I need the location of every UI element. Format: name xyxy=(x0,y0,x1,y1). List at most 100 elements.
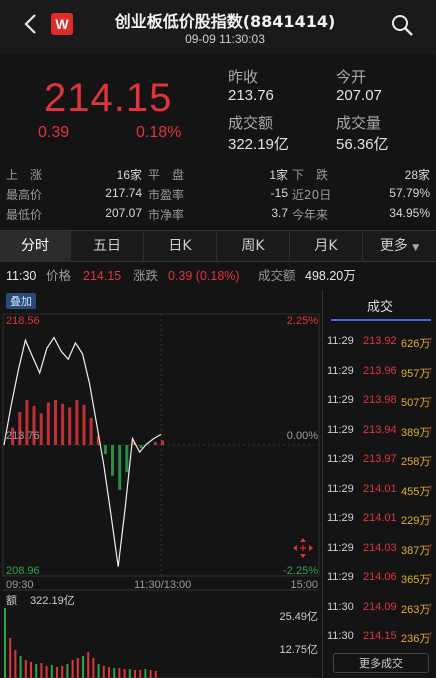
tab-monthly-k[interactable]: 月K xyxy=(290,231,363,262)
volume-label: 额 322.19亿 xyxy=(6,592,75,608)
stat-label: 下 跌 xyxy=(292,168,329,182)
trade-price: 214.15 xyxy=(363,630,397,642)
diff-bar xyxy=(46,402,50,446)
stat-label: 平 盘 xyxy=(148,168,185,182)
tab-daily-k[interactable]: 日K xyxy=(144,231,217,262)
stats-row: 上 涨 16家 平 盘 1家 下 跌 28家 xyxy=(0,166,436,186)
trade-time: 11:29 xyxy=(327,571,354,583)
back-arrow-icon[interactable] xyxy=(20,13,42,35)
up-arrow-icon: ↑ xyxy=(428,541,433,553)
up-arrow-icon: ↑ xyxy=(428,600,433,612)
up-arrow-icon: ↑ xyxy=(428,394,433,405)
quote-datetime: 09-09 11:30:03 xyxy=(185,32,265,46)
volume-bar xyxy=(144,669,147,678)
tab-more-label: 更多 xyxy=(379,238,408,254)
volume-bar xyxy=(30,662,32,678)
diff-bar xyxy=(125,445,129,473)
trade-volume: 957万 xyxy=(401,367,431,380)
trades-panel: 成交 11:29 213.92 626万 ↑ 11:29 213.96 957万 ↑ 11:29… xyxy=(322,290,436,678)
diff-bar xyxy=(89,418,93,446)
trades-header-underline xyxy=(331,319,431,321)
diff-bar xyxy=(153,442,157,446)
volume-bar xyxy=(154,671,157,678)
stat-label: 今年来 xyxy=(292,208,329,222)
info-amount-label: 成交额 xyxy=(258,269,296,283)
intraday-chart-svg xyxy=(2,313,320,678)
stat-ytd: 34.95% xyxy=(389,206,430,220)
trade-volume: 263万 xyxy=(401,603,431,616)
diff-bar xyxy=(75,400,79,446)
volume-title: 额 xyxy=(6,595,17,607)
amount-label: 成交额 xyxy=(228,114,274,132)
stat-label: 市盈率 xyxy=(148,188,185,202)
price-change-pct: 0.18% xyxy=(136,124,182,141)
volume-bar xyxy=(128,669,131,678)
volume-bar xyxy=(97,664,100,678)
stat-label: 最低价 xyxy=(6,208,43,222)
chart-tabs: 分时 五日 日K 周K 月K 更多 ▼ xyxy=(0,230,436,262)
volume-bar xyxy=(61,666,64,678)
info-price-label: 价格 xyxy=(46,269,72,283)
header-bar: W 创业板低价股指数(8841414) 09-09 11:30:03 xyxy=(0,0,436,54)
diff-bar xyxy=(146,444,150,446)
more-trades-button[interactable]: 更多成交 xyxy=(333,653,429,673)
amount-value: 322.19亿 xyxy=(228,136,289,153)
trades-header[interactable]: 成交 xyxy=(323,296,436,315)
stat-label: 最高价 xyxy=(6,188,43,202)
intraday-chart[interactable]: 叠加 218.56 213.76 208.96 2.25% 0.00% -2.2… xyxy=(0,290,322,678)
diff-bar xyxy=(139,445,143,449)
pct-min-label: -2.25% xyxy=(283,565,318,577)
y-max-label: 218.56 xyxy=(6,315,40,327)
crosshair-icon[interactable] xyxy=(293,538,313,558)
trade-time: 11:29 xyxy=(327,482,354,495)
diff-bar xyxy=(161,440,164,446)
trade-row: 11:29 213.92 626万 ↑ xyxy=(323,335,436,355)
trade-time: 11:29 xyxy=(327,335,354,347)
diff-bar xyxy=(118,445,122,490)
trade-time: 11:29 xyxy=(327,541,354,554)
time-start-label: 09:30 xyxy=(6,579,34,591)
volume-bar xyxy=(149,670,152,678)
pct-mid-label: 0.00% xyxy=(286,430,318,442)
trade-row: 11:29 213.94 389万 ↑ xyxy=(323,424,436,444)
search-icon[interactable] xyxy=(390,13,414,37)
diff-bar xyxy=(103,445,107,455)
trade-volume: 365万 xyxy=(401,574,431,586)
trade-volume: 389万 xyxy=(401,426,431,439)
stats-panel: 上 涨 16家 平 盘 1家 下 跌 28家 最高价 217.74 市盈率 -1… xyxy=(0,164,436,230)
trade-volume: 626万 xyxy=(401,338,431,350)
trade-price: 214.03 xyxy=(363,541,397,554)
volume-bar xyxy=(9,638,12,678)
trade-time: 11:29 xyxy=(327,423,354,436)
volume-bar xyxy=(76,658,79,678)
up-arrow-icon: ↑ xyxy=(428,512,433,523)
trade-volume: 236万 xyxy=(401,633,431,645)
trade-row: 11:29 213.97 258万 ↑ xyxy=(323,453,436,473)
y-mid-label: 213.76 xyxy=(6,430,40,442)
trade-row: 11:29 214.01 455万 ↑ xyxy=(323,483,436,503)
up-arrow-icon: ↑ xyxy=(428,364,433,376)
pct-max-label: 2.25% xyxy=(286,315,318,327)
volume-bar xyxy=(82,656,84,678)
tab-weekly-k[interactable]: 周K xyxy=(217,231,290,262)
volume-bar xyxy=(118,668,121,678)
volume-bar xyxy=(71,660,74,678)
stat-label: 上 涨 xyxy=(6,168,43,182)
stat-20d: 57.79% xyxy=(389,186,430,200)
stat-label: 市净率 xyxy=(148,208,185,222)
tab-more[interactable]: 更多 ▼ xyxy=(363,231,436,262)
trade-price: 214.01 xyxy=(363,482,397,495)
vol-mid-label: 12.75亿 xyxy=(279,644,318,656)
trade-time: 11:29 xyxy=(327,394,354,406)
trade-price: 213.94 xyxy=(363,423,397,436)
trade-row: 11:30 214.15 236万 ↑ xyxy=(323,630,436,650)
trade-volume: 387万 xyxy=(401,544,431,557)
intraday-diff-bars xyxy=(11,400,164,490)
trade-price: 214.06 xyxy=(363,571,397,583)
overlay-button[interactable]: 叠加 xyxy=(6,293,36,309)
tab-five-day[interactable]: 五日 xyxy=(71,231,144,262)
volume-bar xyxy=(45,666,48,678)
tab-intraday[interactable]: 分时 xyxy=(0,231,71,262)
volume-bar xyxy=(40,663,43,678)
stat-high: 217.74 xyxy=(105,186,142,200)
